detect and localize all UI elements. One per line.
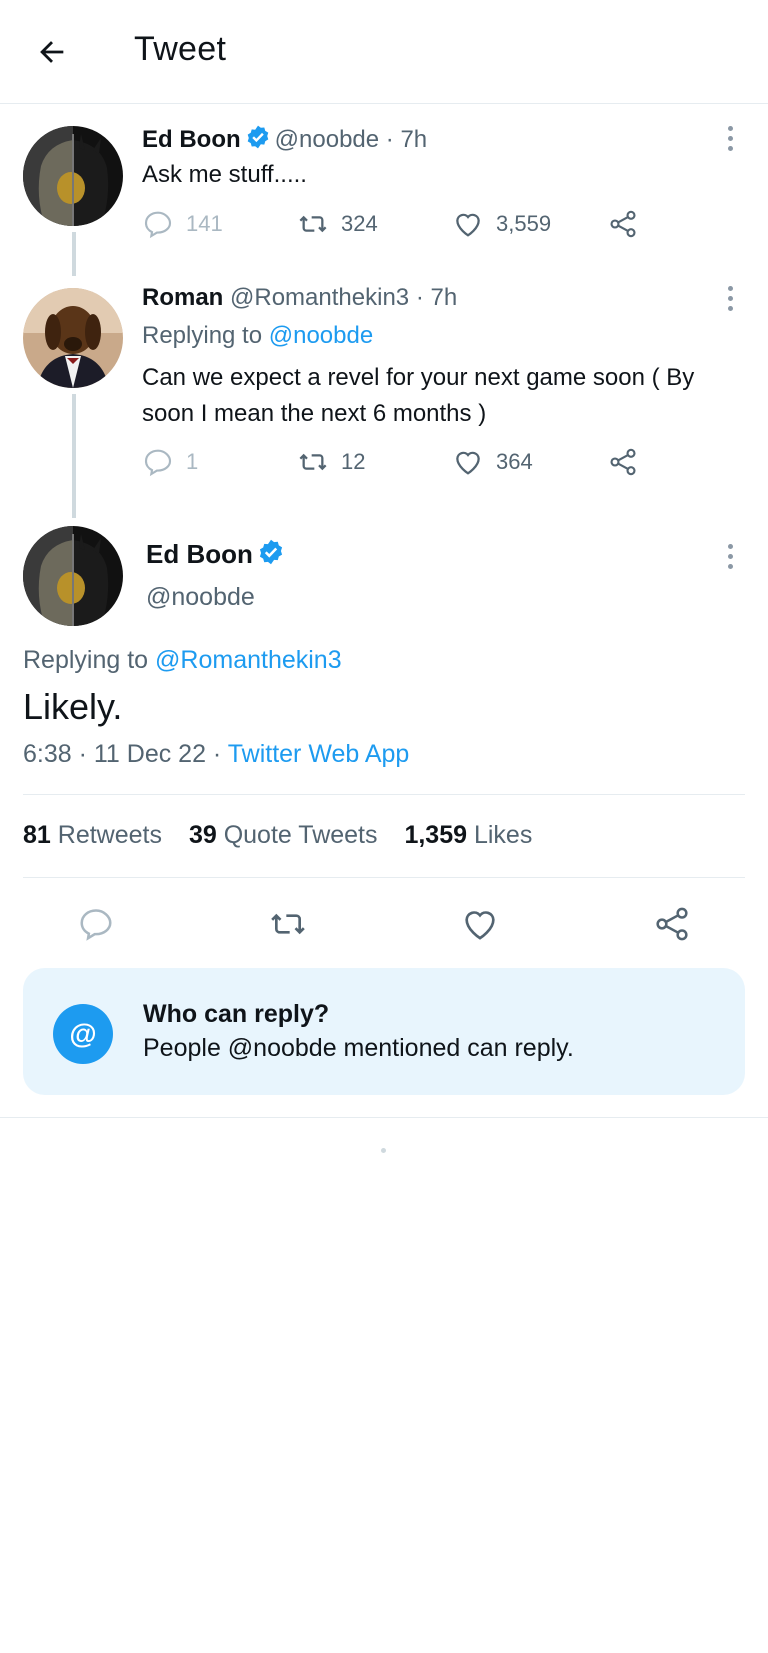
more-options-button[interactable] bbox=[718, 120, 742, 156]
tweet-meta: 6:38 · 11 Dec 22 · Twitter Web App bbox=[23, 740, 409, 769]
replying-to-label: Replying to bbox=[23, 646, 149, 674]
share-button[interactable] bbox=[607, 208, 639, 240]
thread-connector bbox=[72, 394, 76, 518]
author-handle: @noobde bbox=[146, 583, 255, 611]
like-count: 364 bbox=[496, 449, 533, 474]
reply-icon bbox=[80, 909, 112, 941]
avatar[interactable] bbox=[23, 126, 123, 226]
share-icon bbox=[610, 210, 636, 238]
like-button[interactable]: 364 bbox=[452, 446, 533, 478]
replying-to-link[interactable]: @noobde bbox=[269, 322, 373, 349]
avatar[interactable] bbox=[23, 288, 123, 388]
who-can-reply-card: @ Who can reply? People @noobde mentione… bbox=[23, 968, 745, 1095]
who-can-reply-title: Who can reply? bbox=[143, 1000, 330, 1028]
tweet-text: Ask me stuff..... bbox=[142, 161, 307, 188]
retweet-button[interactable] bbox=[266, 902, 310, 946]
likes-count: 1,359 bbox=[404, 821, 468, 849]
arrow-left-icon bbox=[40, 41, 64, 63]
reply-count: 1 bbox=[186, 449, 199, 474]
divider bbox=[23, 877, 745, 878]
author-name[interactable]: Ed Boon bbox=[142, 126, 241, 153]
heart-icon bbox=[456, 213, 480, 237]
tweet-text: Can we expect a revel for your next game… bbox=[142, 360, 694, 432]
quote-tweets-count: 39 bbox=[188, 821, 217, 849]
retweets-label: Retweets bbox=[57, 821, 162, 849]
heart-icon bbox=[465, 911, 495, 940]
tweet-actions: 1 12 364 bbox=[142, 446, 642, 486]
avatar-image bbox=[23, 288, 123, 388]
share-icon bbox=[656, 907, 688, 941]
retweet-count: 12 bbox=[341, 449, 366, 474]
tweet-header: Ed Boon @noobde · 7h bbox=[142, 124, 427, 157]
tweet-time: · 7h bbox=[385, 126, 428, 153]
thread-connector bbox=[72, 232, 76, 276]
avatar-image bbox=[23, 526, 123, 626]
tweet-datetime: 6:38 · 11 Dec 22 · bbox=[23, 740, 222, 768]
like-button[interactable] bbox=[458, 902, 502, 946]
tweet-header: Roman @Romanthekin3 · 7h bbox=[142, 284, 457, 312]
author-name[interactable]: Ed Boon bbox=[146, 539, 253, 569]
replying-to-link[interactable]: @Romanthekin3 bbox=[155, 646, 342, 674]
engagement-stats: 81 Retweets 39 Quote Tweets 1,359 Likes bbox=[23, 821, 552, 850]
replying-to-label: Replying to bbox=[142, 322, 263, 349]
share-button[interactable] bbox=[650, 902, 694, 946]
mention-at-icon: @ bbox=[53, 1004, 113, 1064]
author-handle: @noobde bbox=[274, 126, 380, 153]
avatar[interactable] bbox=[23, 526, 123, 626]
reply-icon bbox=[144, 211, 172, 239]
heart-icon bbox=[456, 451, 480, 475]
retweet-count: 324 bbox=[341, 211, 378, 236]
top-bar: Tweet bbox=[0, 0, 768, 104]
replying-to-line: Replying to @Romanthekin3 bbox=[23, 646, 342, 675]
share-icon bbox=[610, 448, 636, 476]
tweet-source-link[interactable]: Twitter Web App bbox=[228, 740, 410, 768]
who-can-reply-subtitle: People @noobde mentioned can reply. bbox=[143, 1034, 574, 1062]
reply-button[interactable] bbox=[74, 902, 118, 946]
author-name[interactable]: Roman bbox=[142, 284, 223, 311]
quote-tweets-label: Quote Tweets bbox=[223, 821, 378, 849]
verified-badge-icon bbox=[257, 538, 285, 573]
like-count: 3,559 bbox=[496, 211, 552, 236]
quote-tweets-stat[interactable]: 39 Quote Tweets bbox=[189, 821, 378, 849]
tweet-time: · 7h bbox=[415, 284, 458, 311]
likes-stat[interactable]: 1,359 Likes bbox=[404, 821, 532, 849]
replying-to-line: Replying to @noobde bbox=[142, 322, 373, 350]
retweet-icon bbox=[299, 453, 327, 471]
retweets-stat[interactable]: 81 Retweets bbox=[23, 821, 162, 849]
likes-label: Likes bbox=[473, 821, 533, 849]
retweet-button[interactable]: 324 bbox=[297, 208, 378, 240]
back-button[interactable] bbox=[30, 30, 74, 74]
retweets-count: 81 bbox=[23, 821, 51, 849]
main-tweet-text: Likely. bbox=[23, 686, 123, 727]
more-options-button[interactable] bbox=[718, 538, 742, 574]
divider bbox=[23, 794, 745, 795]
page-title: Tweet bbox=[134, 30, 227, 68]
loading-indicator bbox=[381, 1148, 386, 1153]
retweet-icon bbox=[271, 913, 305, 935]
reply-button[interactable]: 1 bbox=[142, 446, 198, 478]
avatar-image bbox=[23, 126, 123, 226]
tweet-text-line: soon I mean the next 6 months ) bbox=[142, 400, 487, 427]
divider bbox=[0, 1117, 768, 1118]
tweet-text-line: Can we expect a revel for your next game… bbox=[142, 364, 695, 391]
like-button[interactable]: 3,559 bbox=[452, 208, 551, 240]
share-button[interactable] bbox=[607, 446, 639, 478]
retweet-button[interactable]: 12 bbox=[297, 446, 365, 478]
author-handle: @Romanthekin3 bbox=[230, 284, 410, 311]
tweet-actions: 141 324 3,559 bbox=[142, 208, 642, 248]
reply-icon bbox=[144, 449, 172, 477]
verified-badge-icon bbox=[245, 124, 271, 157]
reply-count: 141 bbox=[186, 211, 223, 236]
author-name-row: Ed Boon bbox=[146, 538, 289, 573]
reply-button[interactable]: 141 bbox=[142, 208, 223, 240]
retweet-icon bbox=[299, 215, 327, 233]
more-options-button[interactable] bbox=[718, 280, 742, 316]
